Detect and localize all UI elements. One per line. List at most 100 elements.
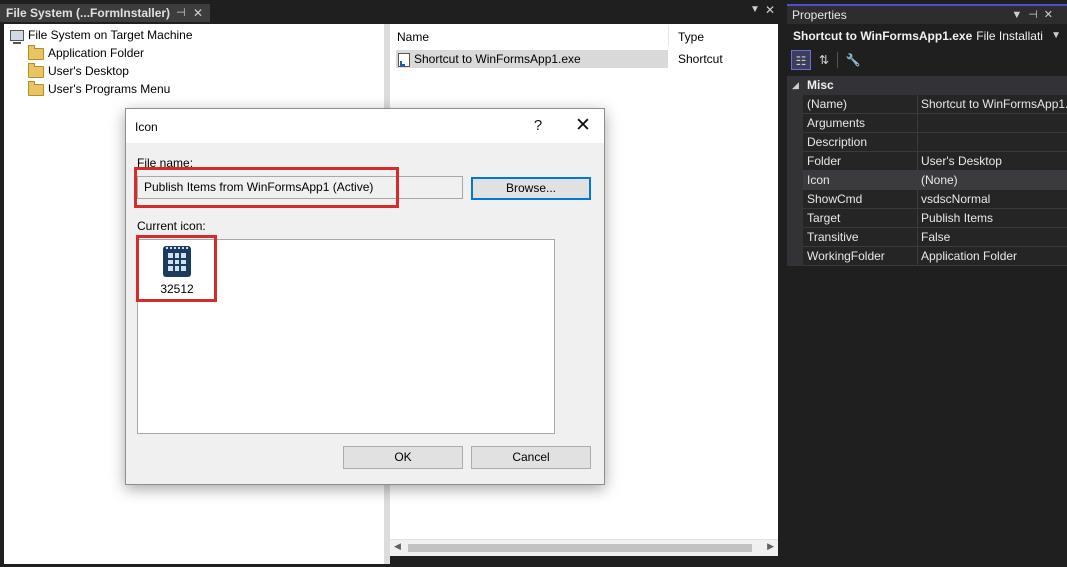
column-divider — [917, 152, 918, 171]
row-name: Shortcut to WinFormsApp1.exe — [414, 52, 581, 66]
property-name: WorkingFolder — [807, 249, 885, 263]
property-name: Folder — [807, 154, 842, 168]
column-header-type[interactable]: Type — [678, 30, 704, 44]
category-label: Misc — [807, 78, 834, 92]
help-icon[interactable]: ? — [531, 117, 545, 134]
column-header-name[interactable]: Name — [397, 30, 429, 44]
property-value[interactable]: (None) — [921, 171, 1067, 190]
horizontal-scrollbar[interactable]: ◀ ▶ — [390, 539, 778, 556]
property-value[interactable]: Application Folder — [921, 247, 1067, 266]
file-system-tab[interactable]: File System (...FormInstaller) ⊣ ✕ — [0, 4, 210, 22]
row-gutter — [787, 247, 803, 266]
categorized-icon[interactable]: ☷ — [791, 50, 811, 70]
row-gutter — [787, 95, 803, 114]
scrollbar-thumb[interactable] — [408, 544, 752, 552]
window-close-icon[interactable]: ✕ — [765, 3, 775, 17]
row-gutter — [787, 228, 803, 247]
chevron-down-icon[interactable]: ▼ — [1051, 26, 1061, 46]
property-name: Icon — [807, 173, 830, 187]
row-gutter — [787, 209, 803, 228]
column-divider — [917, 247, 918, 266]
column-divider — [917, 95, 918, 114]
toolbar-separator — [837, 52, 838, 68]
property-row-workingfolder[interactable]: WorkingFolder Application Folder — [787, 247, 1067, 266]
shortcut-file-icon — [398, 52, 410, 67]
folder-icon — [28, 80, 44, 96]
properties-toolbar: ☷ ⇅ 🔧 — [787, 48, 1067, 74]
property-value[interactable]: User's Desktop — [921, 152, 1067, 171]
column-divider — [917, 171, 918, 190]
computer-icon — [10, 30, 24, 45]
alphabetical-sort-icon[interactable]: ⇅ — [814, 50, 834, 70]
property-value[interactable]: False — [921, 228, 1067, 247]
close-icon[interactable]: ✕ — [573, 114, 593, 137]
window-dropdown-icon[interactable]: ▼ — [750, 4, 760, 15]
folder-icon — [28, 44, 44, 60]
row-gutter — [787, 190, 803, 209]
property-row-target[interactable]: Target Publish Items — [787, 209, 1067, 228]
property-value[interactable]: Shortcut to WinFormsApp1.exe — [921, 95, 1067, 114]
tree-root-label: File System on Target Machine — [28, 28, 193, 42]
property-name: Description — [807, 135, 868, 149]
tree-item-label: User's Programs Menu — [48, 82, 171, 96]
icon-list[interactable]: 32512 — [137, 239, 555, 434]
property-row-icon[interactable]: Icon (None) — [787, 171, 1067, 190]
column-divider — [917, 114, 918, 133]
property-name: Target — [807, 211, 841, 225]
tree-item-application-folder[interactable]: Application Folder — [28, 44, 144, 62]
table-row[interactable]: Shortcut to WinFormsApp1.exe — [398, 50, 581, 68]
row-gutter — [787, 114, 803, 133]
property-value[interactable]: Publish Items — [921, 209, 1067, 228]
icon-dialog: Icon ? ✕ File name: Publish Items from W… — [125, 108, 605, 485]
application-icon — [163, 246, 191, 277]
ok-button[interactable]: OK — [343, 446, 463, 469]
column-divider — [917, 133, 918, 152]
row-gutter — [787, 171, 803, 190]
column-divider[interactable] — [668, 26, 669, 46]
column-divider — [917, 209, 918, 228]
object-type: File Installati — [976, 29, 1043, 43]
property-row-transitive[interactable]: Transitive False — [787, 228, 1067, 247]
properties-object-selector[interactable]: Shortcut to WinFormsApp1.exe File Install… — [787, 26, 1067, 46]
row-type: Shortcut — [678, 52, 723, 66]
tree-root[interactable]: File System on Target Machine — [10, 26, 193, 45]
scroll-right-icon[interactable]: ▶ — [767, 541, 774, 552]
property-name: ShowCmd — [807, 192, 863, 206]
properties-title-bar[interactable]: Properties ▼⊣✕ — [787, 4, 1067, 24]
property-name: (Name) — [807, 97, 848, 111]
property-value[interactable]: vsdscNormal — [921, 190, 1067, 209]
file-system-tab-title: File System (...FormInstaller) — [6, 6, 171, 20]
close-tab-icon[interactable]: ✕ — [193, 4, 203, 22]
pin-icon[interactable]: ⊣ — [176, 4, 186, 22]
tree-item-label: Application Folder — [48, 46, 145, 60]
column-divider — [917, 228, 918, 247]
icon-id-label: 32512 — [160, 282, 194, 296]
properties-title: Properties — [792, 8, 847, 22]
collapse-icon[interactable]: ◢ — [792, 76, 799, 95]
folder-icon — [28, 62, 44, 78]
column-divider — [917, 190, 918, 209]
property-row-arguments[interactable]: Arguments — [787, 114, 1067, 133]
property-pages-wrench-icon[interactable]: 🔧 — [843, 50, 863, 70]
tree-item-label: User's Desktop — [48, 64, 129, 78]
row-gutter — [787, 152, 803, 171]
property-row-showcmd[interactable]: ShowCmd vsdscNormal — [787, 190, 1067, 209]
cancel-button[interactable]: Cancel — [471, 446, 591, 469]
row-gutter — [787, 133, 803, 152]
tree-item-users-programs-menu[interactable]: User's Programs Menu — [28, 80, 170, 98]
category-misc[interactable]: ◢ Misc — [787, 76, 1067, 95]
icon-list-item[interactable]: 32512 — [152, 244, 202, 298]
property-name: Transitive — [807, 230, 859, 244]
tree-item-users-desktop[interactable]: User's Desktop — [28, 62, 129, 80]
properties-empty-area — [787, 266, 1067, 567]
properties-window-controls[interactable]: ▼⊣✕ — [1011, 6, 1059, 24]
browse-button[interactable]: Browse... — [471, 177, 591, 200]
dialog-title: Icon — [135, 120, 158, 134]
current-icon-label: Current icon: — [137, 219, 206, 233]
file-name-label: File name: — [137, 156, 194, 170]
property-row-description[interactable]: Description — [787, 133, 1067, 152]
scroll-left-icon[interactable]: ◀ — [394, 541, 401, 552]
property-row-folder[interactable]: Folder User's Desktop — [787, 152, 1067, 171]
file-name-field[interactable]: Publish Items from WinFormsApp1 (Active) — [137, 176, 463, 199]
property-row-name[interactable]: (Name) Shortcut to WinFormsApp1.exe — [787, 95, 1067, 114]
